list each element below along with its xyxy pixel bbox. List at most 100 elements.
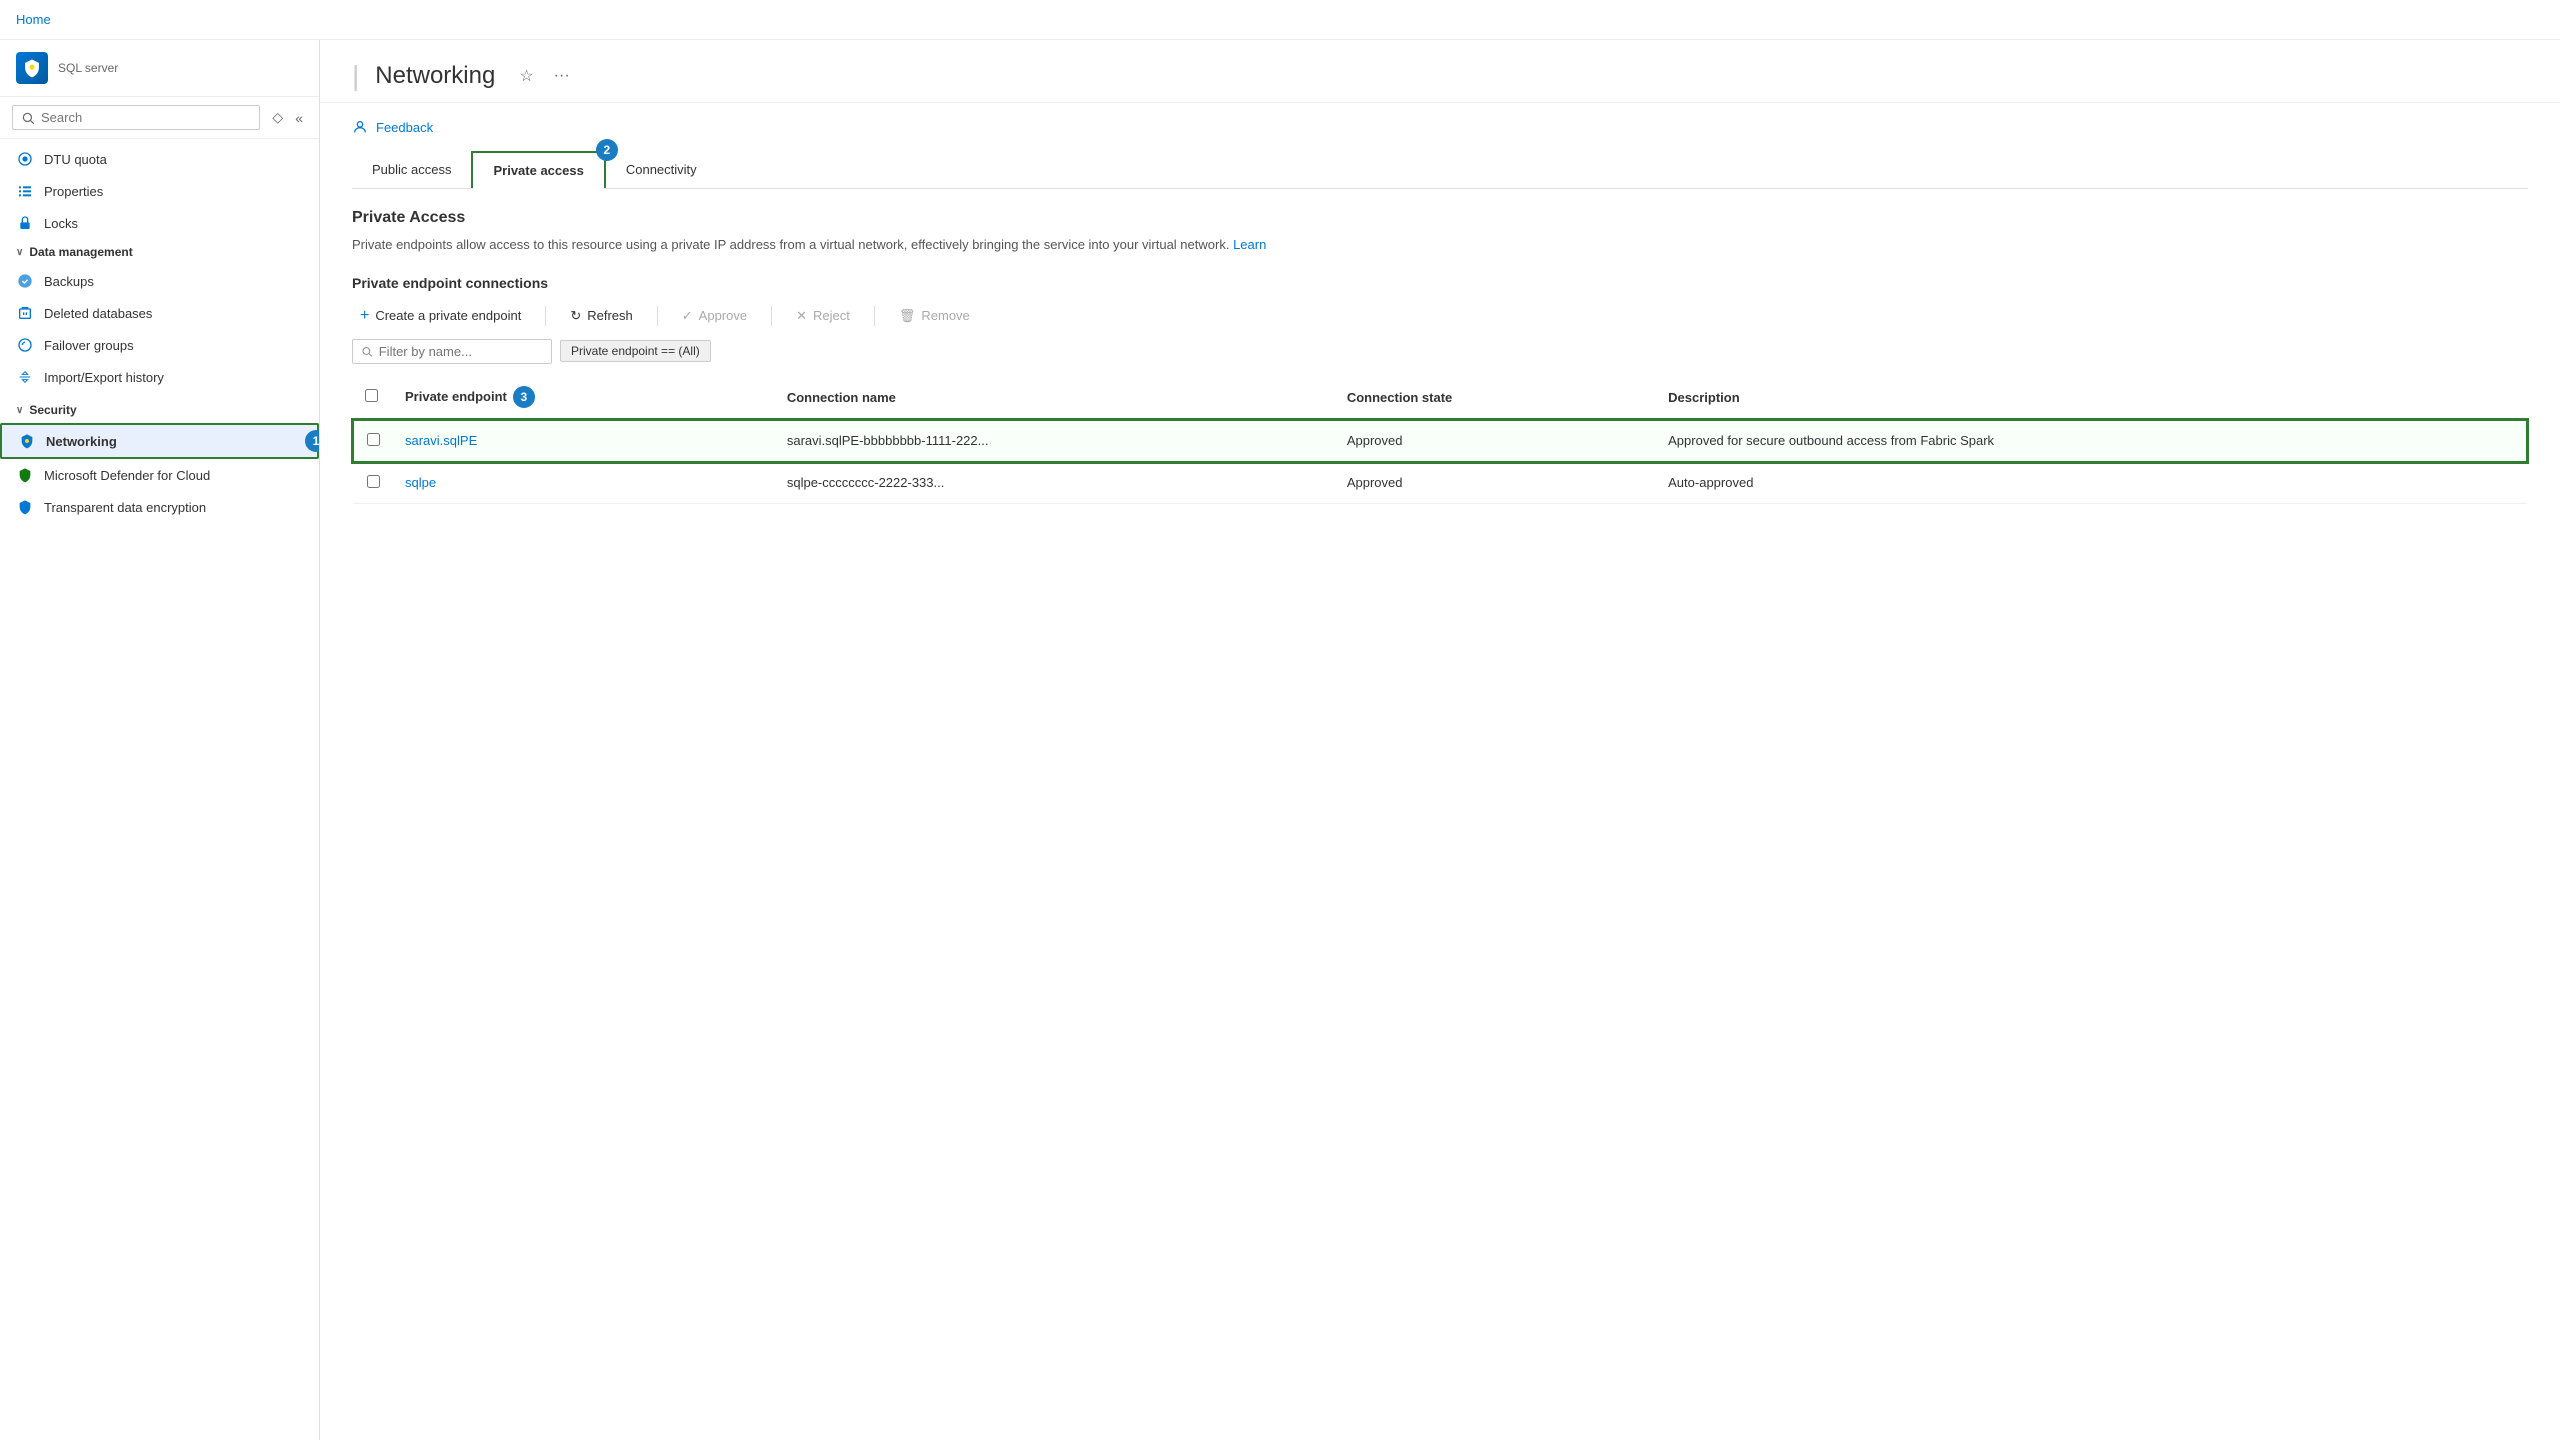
section-desc: Private endpoints allow access to this r…	[352, 235, 2528, 255]
row2-checkbox[interactable]	[367, 475, 380, 488]
toolbar-separator-3	[771, 306, 772, 326]
toolbar-separator-4	[874, 306, 875, 326]
column-private-endpoint-label: Private endpoint	[405, 389, 507, 404]
backups-icon	[16, 272, 34, 290]
row1-checkbox[interactable]	[367, 433, 380, 446]
section-desc-text: Private endpoints allow access to this r…	[352, 237, 1229, 252]
page-title: Networking	[375, 62, 495, 90]
collapse-button[interactable]: «	[291, 105, 307, 130]
sidebar-header: SQL server	[0, 40, 319, 97]
sidebar-nav: DTU quota Properties Locks ∨ Data manage…	[0, 139, 319, 1440]
page-header: | Networking ☆ ···	[320, 40, 2560, 103]
tab-connectivity[interactable]: Connectivity	[606, 151, 717, 188]
networking-icon	[18, 432, 36, 450]
sidebar-item-failover-groups-label: Failover groups	[44, 338, 134, 353]
filter-bar: Private endpoint == (All)	[352, 339, 2528, 364]
row1-select-cell[interactable]	[353, 420, 393, 462]
table-header-row: Private endpoint 3 Connection name Conne…	[353, 376, 2527, 420]
table-row: saravi.sqlPE saravi.sqlPE-bbbbbbbb-1111-…	[353, 420, 2527, 462]
sidebar: SQL server ◇ « DTU quota	[0, 40, 320, 1440]
filter-tag[interactable]: Private endpoint == (All)	[560, 340, 711, 362]
properties-icon	[16, 182, 34, 200]
column-connection-name: Connection name	[775, 376, 1335, 420]
tab-private-access[interactable]: Private access 2	[471, 151, 605, 188]
sidebar-item-failover-groups[interactable]: Failover groups	[0, 329, 319, 361]
row1-description-cell: Approved for secure outbound access from…	[1656, 420, 2527, 462]
data-management-section[interactable]: ∨ Data management	[0, 239, 319, 265]
locks-icon	[16, 214, 34, 232]
top-bar: Home	[0, 0, 2560, 40]
row1-private-endpoint-link[interactable]: saravi.sqlPE	[405, 433, 477, 448]
feedback-icon	[352, 119, 368, 135]
remove-label: Remove	[921, 308, 969, 323]
sidebar-item-deleted-databases-label: Deleted databases	[44, 306, 152, 321]
step-badge-1: 1	[305, 430, 319, 452]
select-all-checkbox[interactable]	[365, 389, 378, 402]
sidebar-search-area: ◇ «	[0, 97, 319, 139]
toolbar-separator-1	[545, 306, 546, 326]
reject-label: Reject	[813, 308, 850, 323]
search-input[interactable]	[41, 110, 251, 125]
sidebar-item-properties[interactable]: Properties	[0, 175, 319, 207]
sidebar-resource-name: SQL server	[58, 61, 118, 75]
row2-private-endpoint-cell: sqlpe	[393, 462, 775, 504]
sidebar-item-import-export[interactable]: Import/Export history	[0, 361, 319, 393]
import-export-icon	[16, 368, 34, 386]
row2-connection-name-cell: sqlpe-cccccccc-2222-333...	[775, 462, 1335, 504]
refresh-button[interactable]: ↻ Refresh	[562, 304, 640, 328]
create-label: Create a private endpoint	[375, 308, 521, 323]
plus-icon: +	[360, 307, 369, 325]
step-badge-3: 3	[513, 386, 535, 408]
remove-button[interactable]: 🗑 Remove	[891, 304, 978, 328]
table-toolbar: + Create a private endpoint ↻ Refresh ✓ …	[352, 303, 2528, 329]
refresh-icon: ↻	[570, 308, 581, 324]
sidebar-item-locks[interactable]: Locks	[0, 207, 319, 239]
filter-search-box[interactable]	[352, 339, 552, 364]
more-options-button[interactable]: ···	[550, 63, 574, 89]
encryption-icon	[16, 498, 34, 516]
filter-input[interactable]	[379, 344, 543, 359]
favorite-button[interactable]: ☆	[515, 62, 537, 90]
row2-connection-state-cell: Approved	[1335, 462, 1656, 504]
sidebar-item-networking-label: Networking	[46, 434, 117, 449]
private-endpoints-table: Private endpoint 3 Connection name Conne…	[352, 376, 2528, 504]
row2-select-cell[interactable]	[353, 462, 393, 504]
filter-button[interactable]: ◇	[268, 105, 287, 130]
sidebar-item-locks-label: Locks	[44, 216, 78, 231]
security-section[interactable]: ∨ Security	[0, 397, 319, 423]
chevron-icon: ∨	[16, 247, 23, 258]
sidebar-item-networking[interactable]: Networking 1	[0, 423, 319, 459]
sidebar-item-deleted-databases[interactable]: Deleted databases	[0, 297, 319, 329]
main-container: SQL server ◇ « DTU quota	[0, 40, 2560, 1440]
column-private-endpoint: Private endpoint 3	[393, 376, 775, 419]
data-management-label: Data management	[29, 245, 132, 259]
column-connection-state: Connection state	[1335, 376, 1656, 420]
failover-icon	[16, 336, 34, 354]
section-title: Private Access	[352, 209, 2528, 227]
content-area: | Networking ☆ ··· Feedback Public acces…	[320, 40, 2560, 1440]
sidebar-item-dtu-quota-label: DTU quota	[44, 152, 107, 167]
home-link[interactable]: Home	[16, 12, 51, 27]
reject-button[interactable]: ✕ Reject	[788, 304, 858, 328]
column-description: Description	[1656, 376, 2527, 420]
toolbar-separator-2	[657, 306, 658, 326]
search-box[interactable]	[12, 105, 260, 130]
subsection-title: Private endpoint connections	[352, 275, 2528, 291]
approve-button[interactable]: ✓ Approve	[674, 304, 755, 328]
feedback-bar[interactable]: Feedback	[352, 119, 2528, 135]
sidebar-action-buttons: ◇ «	[268, 105, 307, 130]
sidebar-item-backups[interactable]: Backups	[0, 265, 319, 297]
select-all-header[interactable]	[353, 376, 393, 420]
reject-icon: ✕	[796, 308, 807, 324]
tab-private-access-label: Private access	[493, 163, 583, 178]
sidebar-item-transparent-encryption[interactable]: Transparent data encryption	[0, 491, 319, 523]
learn-more-link[interactable]: Learn	[1233, 237, 1266, 252]
row2-private-endpoint-link[interactable]: sqlpe	[405, 475, 436, 490]
sidebar-item-dtu-quota[interactable]: DTU quota	[0, 143, 319, 175]
tab-public-access[interactable]: Public access	[352, 151, 471, 188]
dtu-icon	[16, 150, 34, 168]
page-header-actions: ☆ ···	[515, 62, 573, 90]
create-private-endpoint-button[interactable]: + Create a private endpoint	[352, 303, 529, 329]
search-icon	[21, 111, 35, 125]
sidebar-item-defender[interactable]: Microsoft Defender for Cloud	[0, 459, 319, 491]
